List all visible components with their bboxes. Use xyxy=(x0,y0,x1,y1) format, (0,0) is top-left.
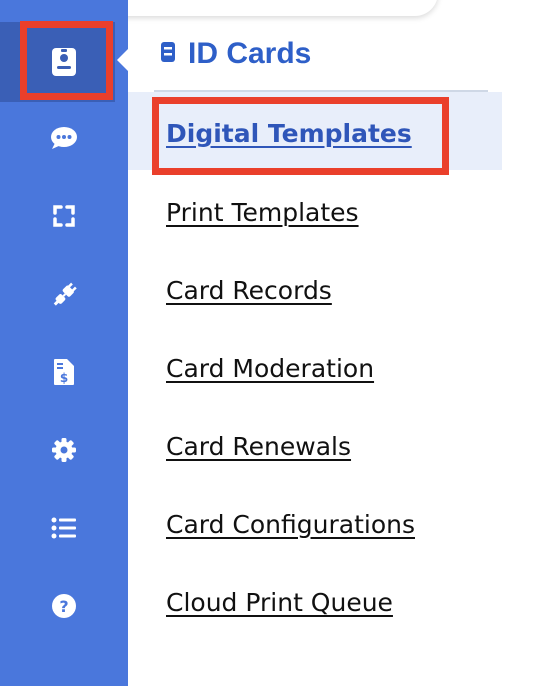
invoice-icon: $ xyxy=(53,358,75,386)
help-icon: ? xyxy=(51,593,77,619)
chat-icon xyxy=(50,126,78,150)
menu-item-print-templates[interactable]: Print Templates xyxy=(166,192,359,232)
menu-item-card-configurations[interactable]: Card Configurations xyxy=(166,504,415,544)
link-highlight-box xyxy=(152,97,449,175)
rail-item-billing[interactable]: $ xyxy=(0,342,128,402)
svg-text:$: $ xyxy=(60,371,68,385)
rail-item-messages[interactable] xyxy=(0,108,128,168)
rail-item-list[interactable] xyxy=(0,498,128,558)
svg-text:?: ? xyxy=(59,597,68,616)
rail-item-integrations[interactable] xyxy=(0,264,128,324)
list-icon xyxy=(51,517,77,539)
plug-icon xyxy=(50,280,78,308)
id-badge-icon xyxy=(160,37,188,71)
panel-title-label: ID Cards xyxy=(188,37,312,70)
menu-item-card-moderation[interactable]: Card Moderation xyxy=(166,348,374,388)
gear-icon xyxy=(51,437,77,463)
menu-item-card-records[interactable]: Card Records xyxy=(166,270,332,310)
scan-frame-icon xyxy=(52,204,76,228)
panel-title: ID Cards xyxy=(160,32,311,76)
flyout-pointer xyxy=(117,48,129,72)
rail-highlight-box xyxy=(20,21,113,100)
menu-item-cloud-print-queue[interactable]: Cloud Print Queue xyxy=(166,582,393,622)
rail-item-scan[interactable] xyxy=(0,186,128,246)
menu-item-card-renewals[interactable]: Card Renewals xyxy=(166,426,351,466)
left-icon-rail: $ ? xyxy=(0,0,128,686)
rail-item-help[interactable]: ? xyxy=(0,576,128,636)
rail-item-settings[interactable] xyxy=(0,420,128,480)
